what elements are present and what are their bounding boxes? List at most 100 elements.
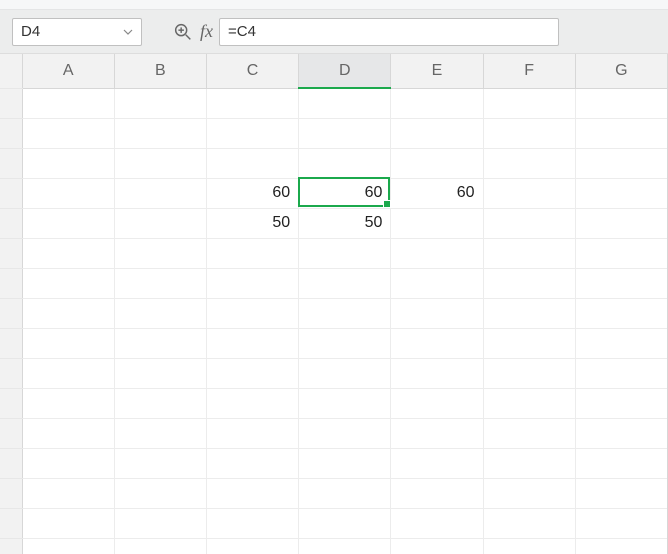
cell-d10[interactable]	[299, 358, 391, 388]
column-header-a[interactable]: A	[22, 54, 114, 88]
cell-b15[interactable]	[114, 508, 206, 538]
cell-a14[interactable]	[22, 478, 114, 508]
column-header-d[interactable]: D	[299, 54, 391, 88]
cell-d11[interactable]	[299, 388, 391, 418]
cell-d9[interactable]	[299, 328, 391, 358]
row-header[interactable]	[0, 88, 22, 118]
cell-g5[interactable]	[575, 208, 667, 238]
row-header[interactable]	[0, 418, 22, 448]
cell-c16[interactable]	[206, 538, 298, 554]
cell-g1[interactable]	[575, 88, 667, 118]
cell-a11[interactable]	[22, 388, 114, 418]
cell-c4[interactable]: 60	[206, 178, 298, 208]
cell-a4[interactable]	[22, 178, 114, 208]
cell-e10[interactable]	[391, 358, 483, 388]
cell-e11[interactable]	[391, 388, 483, 418]
cell-e3[interactable]	[391, 148, 483, 178]
cell-c13[interactable]	[206, 448, 298, 478]
cell-b3[interactable]	[114, 148, 206, 178]
cell-b8[interactable]	[114, 298, 206, 328]
cell-d12[interactable]	[299, 418, 391, 448]
cell-a15[interactable]	[22, 508, 114, 538]
cell-d5[interactable]: 50	[299, 208, 391, 238]
cell-c15[interactable]	[206, 508, 298, 538]
row-header[interactable]	[0, 268, 22, 298]
cell-d3[interactable]	[299, 148, 391, 178]
cell-e1[interactable]	[391, 88, 483, 118]
cell-f12[interactable]	[483, 418, 575, 448]
cell-e5[interactable]	[391, 208, 483, 238]
cell-b9[interactable]	[114, 328, 206, 358]
cell-g8[interactable]	[575, 298, 667, 328]
cell-b10[interactable]	[114, 358, 206, 388]
cell-e6[interactable]	[391, 238, 483, 268]
cell-e7[interactable]	[391, 268, 483, 298]
column-header-b[interactable]: B	[114, 54, 206, 88]
column-header-f[interactable]: F	[483, 54, 575, 88]
cell-b11[interactable]	[114, 388, 206, 418]
cell-d13[interactable]	[299, 448, 391, 478]
cell-a3[interactable]	[22, 148, 114, 178]
zoom-icon[interactable]	[172, 21, 194, 43]
row-header[interactable]	[0, 478, 22, 508]
cell-b6[interactable]	[114, 238, 206, 268]
corner-cell[interactable]	[0, 54, 22, 88]
cell-b1[interactable]	[114, 88, 206, 118]
cell-d6[interactable]	[299, 238, 391, 268]
cell-f2[interactable]	[483, 118, 575, 148]
cell-g9[interactable]	[575, 328, 667, 358]
cell-c6[interactable]	[206, 238, 298, 268]
cell-d14[interactable]	[299, 478, 391, 508]
cell-e16[interactable]	[391, 538, 483, 554]
sheet-area[interactable]: ABCDEFG6060605050	[0, 54, 668, 554]
fx-label[interactable]: fx	[200, 21, 213, 42]
row-header[interactable]	[0, 178, 22, 208]
cell-b14[interactable]	[114, 478, 206, 508]
cell-g3[interactable]	[575, 148, 667, 178]
cell-a1[interactable]	[22, 88, 114, 118]
cell-g16[interactable]	[575, 538, 667, 554]
cell-e2[interactable]	[391, 118, 483, 148]
cell-f3[interactable]	[483, 148, 575, 178]
row-header[interactable]	[0, 388, 22, 418]
cell-f6[interactable]	[483, 238, 575, 268]
row-header[interactable]	[0, 448, 22, 478]
row-header[interactable]	[0, 208, 22, 238]
row-header[interactable]	[0, 238, 22, 268]
cell-f15[interactable]	[483, 508, 575, 538]
cell-b4[interactable]	[114, 178, 206, 208]
cell-d1[interactable]	[299, 88, 391, 118]
cell-g7[interactable]	[575, 268, 667, 298]
cell-e14[interactable]	[391, 478, 483, 508]
row-header[interactable]	[0, 118, 22, 148]
cell-a12[interactable]	[22, 418, 114, 448]
cell-g11[interactable]	[575, 388, 667, 418]
cell-g13[interactable]	[575, 448, 667, 478]
cell-c3[interactable]	[206, 148, 298, 178]
cell-a8[interactable]	[22, 298, 114, 328]
grid[interactable]: ABCDEFG6060605050	[0, 54, 668, 554]
cell-e9[interactable]	[391, 328, 483, 358]
row-header[interactable]	[0, 328, 22, 358]
cell-c9[interactable]	[206, 328, 298, 358]
cell-f13[interactable]	[483, 448, 575, 478]
cell-c7[interactable]	[206, 268, 298, 298]
cell-f1[interactable]	[483, 88, 575, 118]
cell-c11[interactable]	[206, 388, 298, 418]
cell-d4[interactable]: 60	[299, 178, 391, 208]
cell-c14[interactable]	[206, 478, 298, 508]
cell-g10[interactable]	[575, 358, 667, 388]
cell-f11[interactable]	[483, 388, 575, 418]
cell-d16[interactable]	[299, 538, 391, 554]
row-header[interactable]	[0, 538, 22, 554]
cell-e12[interactable]	[391, 418, 483, 448]
cell-e15[interactable]	[391, 508, 483, 538]
row-header[interactable]	[0, 148, 22, 178]
row-header[interactable]	[0, 358, 22, 388]
cell-f14[interactable]	[483, 478, 575, 508]
cell-a7[interactable]	[22, 268, 114, 298]
cell-a13[interactable]	[22, 448, 114, 478]
cell-c2[interactable]	[206, 118, 298, 148]
cell-c12[interactable]	[206, 418, 298, 448]
cell-d7[interactable]	[299, 268, 391, 298]
